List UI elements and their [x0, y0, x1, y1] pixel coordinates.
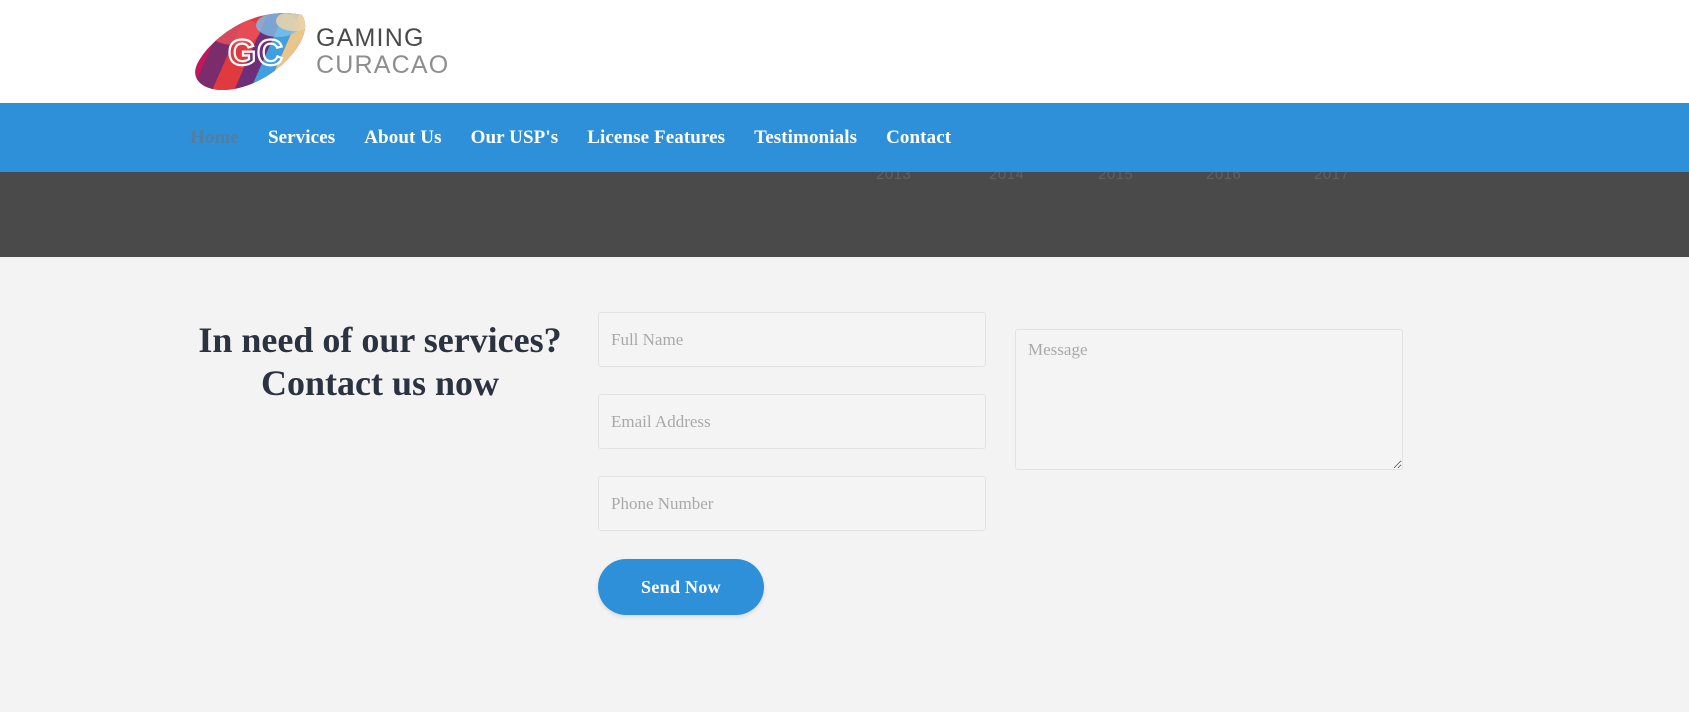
year-label-2016: 2016: [1206, 172, 1242, 183]
logo-word-curacao: CURACAO: [316, 51, 450, 79]
nav-item-about-us[interactable]: About Us: [364, 127, 441, 149]
main-navigation: Home Services About Us Our USP's License…: [0, 103, 1689, 172]
contact-heading-line-1: In need of our services?: [198, 320, 562, 360]
send-now-button[interactable]: Send Now: [598, 559, 764, 615]
nav-item-license-features[interactable]: License Features: [587, 127, 725, 149]
nav-item-testimonials[interactable]: Testimonials: [754, 127, 857, 149]
nav-item-home[interactable]: Home: [190, 127, 239, 149]
year-label-2014: 2014: [989, 172, 1025, 183]
svg-text:GC: GC: [228, 32, 284, 73]
phone-number-input[interactable]: [598, 476, 986, 531]
site-logo[interactable]: GC GAMING CURACAO: [190, 8, 449, 96]
site-header: GC GAMING CURACAO: [0, 0, 1689, 103]
contact-heading-line-2: Contact us now: [260, 363, 500, 403]
year-label-2013: 2013: [876, 172, 912, 183]
nav-item-contact[interactable]: Contact: [886, 127, 951, 149]
nav-item-our-usps[interactable]: Our USP's: [471, 127, 559, 149]
email-address-input[interactable]: [598, 394, 986, 449]
logo-word-gaming: GAMING: [316, 24, 425, 52]
gaming-curacao-feather-logo: GC: [190, 9, 312, 95]
contact-form: Send Now: [598, 312, 986, 615]
nav-item-services[interactable]: Services: [268, 127, 335, 149]
timeline-year-band: 2013 2014 2015 2016 2017: [0, 172, 1689, 257]
message-field-wrapper: [1015, 329, 1403, 470]
year-label-2015: 2015: [1098, 172, 1134, 183]
year-label-2017: 2017: [1314, 172, 1350, 183]
logo-wordmark: GAMING CURACAO: [316, 26, 449, 78]
message-textarea[interactable]: [1015, 329, 1403, 470]
contact-heading: In need of our services? Contact us now: [120, 319, 640, 405]
contact-section: In need of our services? Contact us now …: [0, 257, 1689, 712]
full-name-input[interactable]: [598, 312, 986, 367]
